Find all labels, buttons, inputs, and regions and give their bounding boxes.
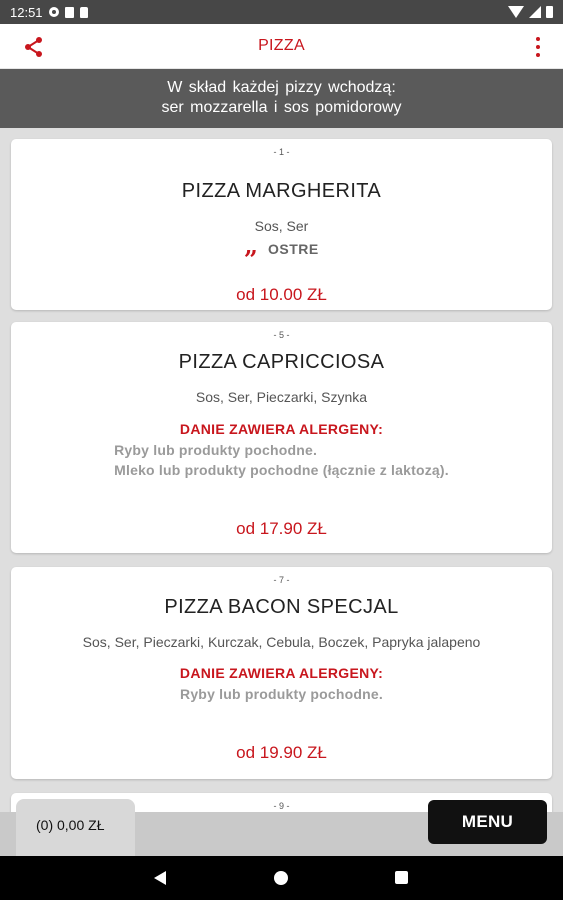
sd-card-icon — [79, 6, 88, 18]
allergen-list: Ryby lub produkty pochodne. — [11, 684, 552, 704]
menu-item-card[interactable]: - 7 - PIZZA BACON SPECJAL Sos, Ser, Piec… — [11, 567, 552, 779]
chili-icon: „ — [244, 231, 259, 260]
signal-icon — [529, 6, 541, 18]
item-number: - 5 - — [273, 330, 290, 340]
spicy-label: OSTRE — [268, 241, 319, 257]
item-ingredients: Sos, Ser — [254, 218, 309, 234]
status-time: 12:51 — [10, 4, 43, 20]
status-bar: 12:51 — [0, 0, 563, 24]
item-number: - 1 - — [273, 147, 290, 157]
item-price: od 10.00 ZŁ — [236, 285, 327, 304]
item-price: od 17.90 ZŁ — [236, 519, 327, 538]
back-icon[interactable] — [154, 871, 166, 885]
app-bar: PIZZA — [0, 24, 563, 69]
cart-summary[interactable]: (0) 0,00 ZŁ — [16, 799, 135, 856]
share-button[interactable] — [22, 36, 46, 58]
spicy-indicator: „ OSTRE — [11, 231, 552, 260]
home-icon[interactable] — [274, 871, 288, 885]
battery-icon — [546, 6, 553, 18]
item-number: - 7 - — [273, 575, 290, 585]
info-banner: W skład każdej pizzy wchodzą: ser mozzar… — [0, 69, 563, 128]
item-price: od 19.90 ZŁ — [236, 743, 327, 762]
item-ingredients: Sos, Ser, Pieczarki, Kurczak, Cebula, Bo… — [82, 634, 481, 650]
more-vert-icon — [536, 37, 540, 41]
banner-line-2: ser mozzarella i sos pomidorowy — [161, 99, 402, 116]
share-icon — [25, 37, 42, 57]
allergen-heading: DANIE ZAWIERA ALERGENY: — [179, 421, 384, 437]
item-name: PIZZA BACON SPECJAL — [164, 596, 399, 618]
more-options-button[interactable] — [533, 37, 543, 57]
recent-apps-icon[interactable] — [395, 871, 408, 884]
allergen-item: Ryby lub produkty pochodne. — [114, 442, 318, 458]
wifi-icon — [508, 6, 524, 18]
system-navigation-bar — [0, 856, 563, 900]
item-name: PIZZA CAPRICCIOSA — [178, 351, 385, 373]
cart-total: (0) 0,00 ZŁ — [36, 817, 105, 833]
item-ingredients: Sos, Ser, Pieczarki, Szynka — [195, 389, 368, 405]
allergen-item: Mleko lub produkty pochodne (łącznie z l… — [114, 462, 449, 478]
menu-item-list[interactable]: - 1 - PIZZA MARGHERITA Sos, Ser „ OSTRE … — [0, 128, 563, 856]
menu-button[interactable]: MENU — [428, 800, 547, 844]
banner-line-1: W skład każdej pizzy wchodzą: — [167, 79, 396, 96]
menu-item-card[interactable]: - 5 - PIZZA CAPRICCIOSA Sos, Ser, Piecza… — [11, 322, 552, 553]
allergen-heading: DANIE ZAWIERA ALERGENY: — [179, 665, 384, 681]
allergen-list: Ryby lub produkty pochodne. Mleko lub pr… — [11, 440, 552, 480]
app-notification-icon — [64, 6, 74, 18]
page-title: PIZZA — [258, 37, 305, 54]
settings-notification-icon — [48, 7, 59, 17]
item-name: PIZZA MARGHERITA — [181, 180, 382, 202]
menu-item-card[interactable]: - 1 - PIZZA MARGHERITA Sos, Ser „ OSTRE … — [11, 139, 552, 310]
allergen-item: Ryby lub produkty pochodne. — [180, 686, 383, 702]
